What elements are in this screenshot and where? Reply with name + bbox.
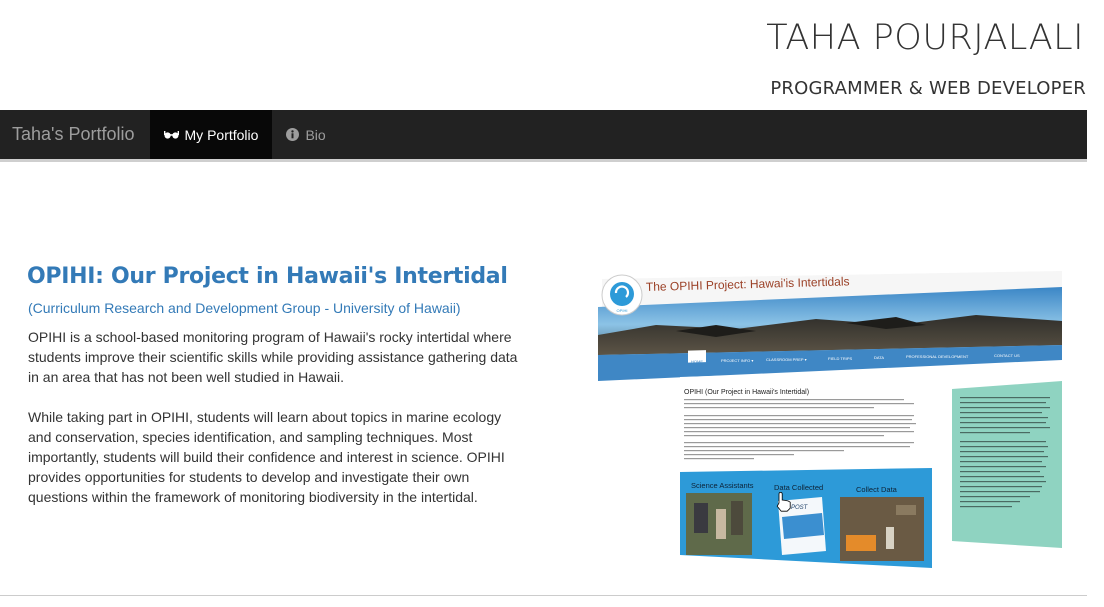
project-screenshot[interactable]: The OPIHI Project: Hawai'is Intertidals … [596,265,1066,575]
screenshot-card-label: Science Assistants [691,481,754,490]
project-organization: (Curriculum Research and Development Gro… [28,300,461,316]
svg-text:CONTACT US: CONTACT US [994,353,1020,358]
screenshot-card-label: Collect Data [856,485,898,494]
screenshot-heading: OPIHI (Our Project in Hawaii's Intertida… [684,389,809,396]
project-description: While taking part in OPIHI, students wil… [28,409,505,505]
svg-text:DATA: DATA [874,355,884,360]
project-description: OPIHI is a school-based monitoring progr… [28,329,518,385]
svg-text:CLASSROOM PREP ▾: CLASSROOM PREP ▾ [766,357,807,362]
info-circle-icon [286,128,300,141]
navbar: Taha's Portfolio My Portfolio Bio [0,110,1087,162]
svg-text:PROJECT INFO ▾: PROJECT INFO ▾ [721,358,753,363]
screenshot-card-label: Data Collected [774,483,823,492]
nav-item-label: Bio [305,126,326,143]
nav-item-label: My Portfolio [184,126,259,143]
nav-item-my-portfolio[interactable]: My Portfolio [149,110,273,159]
navbar-brand[interactable]: Taha's Portfolio [0,110,150,159]
project-title[interactable]: OPIHI: Our Project in Hawaii's Intertida… [27,264,508,289]
site-role: PROGRAMMER & WEB DEVELOPER [770,78,1086,99]
svg-text:FIELD TRIPS: FIELD TRIPS [828,356,852,361]
nav-item-bio[interactable]: Bio [272,110,339,159]
svg-text:HOME: HOME [691,359,703,364]
site-name: TAHA POURJALALI [766,18,1084,58]
section-divider [0,595,1087,596]
svg-text:PROFESSIONAL DEVELOPMENT: PROFESSIONAL DEVELOPMENT [906,354,969,359]
glasses-icon [163,130,179,140]
screenshot-card-badge: POST [791,505,809,511]
screenshot-logo-text: OPIHI [617,308,628,313]
site-header: TAHA POURJALALI PROGRAMMER & WEB DEVELOP… [0,0,1104,110]
